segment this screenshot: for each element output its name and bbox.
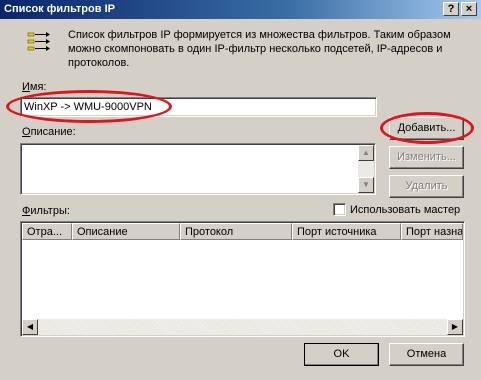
name-label-text: мя: [29,81,47,93]
column-header-description[interactable]: Описание [72,223,180,240]
help-button[interactable]: ? [443,2,459,16]
edit-button-label: Изменить... [397,151,456,163]
column-header-dest-port[interactable]: Порт назна [401,223,463,240]
edit-button[interactable]: Изменить... [389,146,464,169]
name-field-value: WinXP -> WMU-9000VPN [24,101,152,113]
delete-button-label: Удалить [405,180,448,192]
column-header-protocol[interactable]: Протокол [180,223,292,240]
column-header-action[interactable]: Отра... [22,223,72,240]
scroll-down-button[interactable]: ▼ [358,177,374,193]
use-wizard-label: Использовать мастер [350,204,461,216]
close-button[interactable]: × [461,2,477,16]
scroll-up-button[interactable]: ▲ [358,145,374,161]
desc-label: Описание: [22,126,76,138]
filter-list-icon [26,30,52,56]
ok-button-label: OK [333,348,350,360]
title-bar: Список фильтров IP [0,0,481,19]
desc-label-text: писание: [30,126,76,138]
window-title: Список фильтров IP [4,3,115,15]
name-label-accelerator: И [22,81,30,93]
scroll-right-button[interactable]: ▶ [447,319,463,335]
name-field[interactable]: WinXP -> WMU-9000VPN [20,97,377,117]
dialog-description: Список фильтров IP формируется из множес… [68,29,451,69]
desc-label-accelerator: О [22,126,31,138]
filters-label: Фильтры: [22,205,70,217]
name-label: Имя: [22,81,46,93]
filters-table[interactable]: Отра... Описание Протокол Порт источника… [20,221,465,337]
use-wizard-checkbox[interactable] [333,203,346,216]
delete-button[interactable]: Удалить [389,175,464,198]
table-hscrollbar[interactable] [22,319,463,335]
scroll-left-button[interactable]: ◀ [22,319,38,335]
add-button[interactable]: Добавить... [389,117,464,140]
ok-button[interactable]: OK [304,343,379,366]
cancel-button[interactable]: Отмена [389,343,464,366]
add-button-label: Добавить... [397,122,456,134]
description-field[interactable]: ▲ ▼ [20,143,376,195]
cancel-button-label: Отмена [406,348,447,360]
filters-label-text: ильтры: [30,205,70,217]
column-header-source-port[interactable]: Порт источника [292,223,401,240]
table-header: Отра... Описание Протокол Порт источника… [22,223,463,240]
